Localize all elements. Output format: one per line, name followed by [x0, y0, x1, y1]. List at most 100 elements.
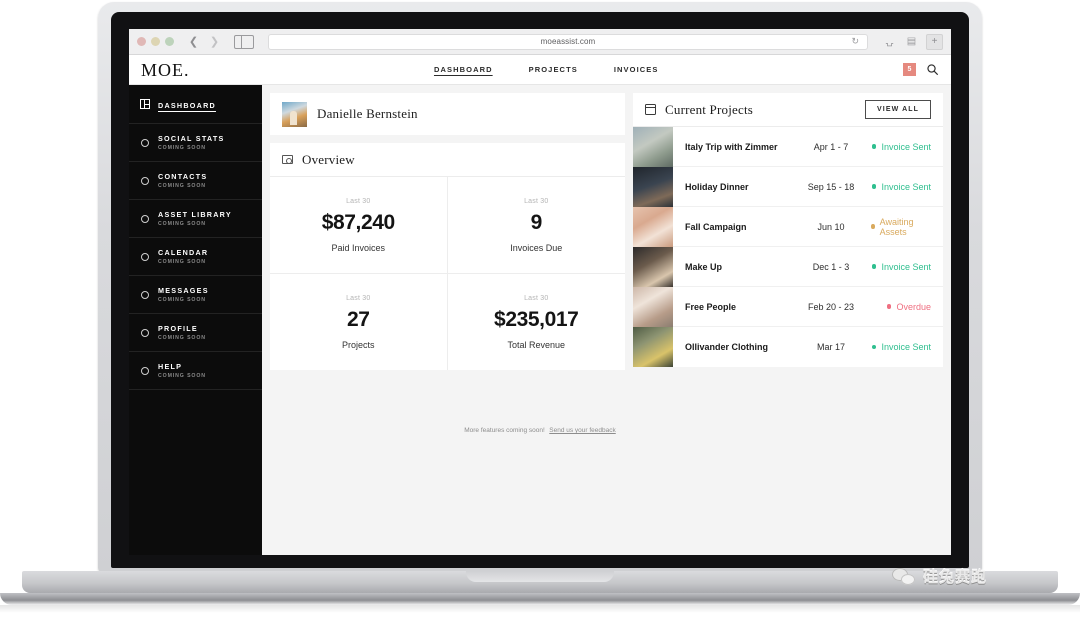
status-badge: Awaiting Assets	[871, 217, 943, 237]
top-navigation: DASHBOARD PROJECTS INVOICES	[190, 65, 904, 74]
sidebar-item-social-stats[interactable]: SOCIAL STATS COMING SOON	[129, 124, 262, 162]
status-label: Invoice Sent	[881, 342, 931, 352]
status-label: Invoice Sent	[881, 181, 931, 192]
status-badge: Invoice Sent	[871, 342, 943, 352]
nav-invoices[interactable]: INVOICES	[614, 65, 659, 74]
stat-period: Last 30	[346, 295, 371, 302]
stat-label: Projects	[341, 340, 375, 350]
sidebar-item-label: PROFILE	[158, 324, 198, 333]
stat-paid-invoices: Last 30 $87,240 Paid Invoices	[270, 177, 448, 274]
sidebar-item-label: HELP	[158, 362, 183, 371]
status-label: Awaiting Assets	[879, 216, 914, 237]
status-dot	[871, 144, 877, 149]
project-name: Make Up	[685, 261, 723, 272]
sidebar-item-help[interactable]: HELP COMING SOON	[129, 352, 262, 390]
project-name: Ollivander Clothing	[685, 342, 769, 352]
header-right: 5	[903, 63, 939, 76]
chevron-left-icon[interactable]: ❮	[184, 34, 203, 50]
project-thumbnail	[633, 126, 673, 167]
tabs-icon[interactable]: ▤	[904, 34, 919, 49]
table-row[interactable]: Fall Campaign Jun 10 Awaiting Assets	[633, 206, 943, 247]
project-thumbnail	[633, 246, 673, 287]
footer: More features coming soon! Send us your …	[129, 419, 951, 437]
status-badge: Invoice Sent	[871, 142, 943, 152]
feedback-link[interactable]: Send us your feedback	[549, 427, 616, 434]
overview-icon	[282, 155, 293, 164]
stat-value: 27	[346, 308, 370, 331]
overview-title: Overview	[302, 151, 355, 167]
projects-header: Current Projects VIEW ALL	[633, 93, 943, 127]
sidebar-item-sublabel: COMING SOON	[158, 335, 206, 341]
watermark-text: 硅兔赛跑	[923, 569, 988, 586]
overview-card: Overview Last 30 $87,240 Paid Invoices L…	[270, 143, 625, 370]
table-row[interactable]: Italy Trip with Zimmer Apr 1 - 7 Invoice…	[633, 126, 943, 167]
current-projects-card: Current Projects VIEW ALL Italy Trip wit…	[633, 93, 943, 367]
screenshot-stage: ❮ ❯ moeassist.com ↻ ⍽ ▤ + MOE. DASHBOARD…	[0, 0, 1080, 631]
status-label: Overdue	[896, 301, 931, 312]
laptop-shadow	[0, 605, 1080, 613]
reload-icon[interactable]: ↻	[851, 36, 859, 47]
minimize-window-button[interactable]	[151, 37, 160, 46]
user-card: Danielle Bernstein	[270, 93, 625, 135]
sidebar-item-sublabel: COMING SOON	[158, 297, 206, 303]
project-thumbnail	[633, 286, 673, 327]
sidebar-item-asset-library[interactable]: ASSET LIBRARY COMING SOON	[129, 200, 262, 238]
share-icon[interactable]: ⍽	[882, 34, 897, 49]
status-dot	[871, 184, 877, 189]
status-dot	[871, 264, 877, 269]
calendar-icon	[644, 104, 657, 115]
project-name: Holiday Dinner	[685, 181, 749, 192]
app-body: DASHBOARD SOCIAL STATS COMING SOON CONTA…	[129, 85, 951, 555]
stat-label: Invoices Due	[510, 243, 563, 253]
stat-period: Last 30	[524, 198, 549, 205]
sidebar-item-label: DASHBOARD	[158, 101, 216, 110]
project-date: Jun 10	[817, 221, 845, 232]
stat-period: Last 30	[346, 198, 371, 205]
sidebar-item-messages[interactable]: MESSAGES COMING SOON	[129, 276, 262, 314]
overview-stats-grid: Last 30 $87,240 Paid Invoices Last 30 9 …	[270, 177, 625, 370]
avatar	[282, 101, 307, 127]
sidebar-item-contacts[interactable]: CONTACTS COMING SOON	[129, 162, 262, 200]
project-date: Dec 1 - 3	[812, 261, 850, 272]
project-thumbnail	[633, 327, 673, 367]
project-name: Free People	[685, 301, 737, 312]
wechat-watermark: 硅兔赛跑	[892, 566, 987, 587]
user-name: Danielle Bernstein	[317, 106, 418, 121]
new-tab-button[interactable]: +	[926, 33, 943, 50]
status-dot	[871, 344, 877, 350]
table-row[interactable]: Ollivander Clothing Mar 17 Invoice Sent	[633, 327, 943, 367]
nav-dashboard[interactable]: DASHBOARD	[434, 65, 493, 74]
sidebar-item-sublabel: COMING SOON	[158, 145, 206, 151]
table-row[interactable]: Holiday Dinner Sep 15 - 18 Invoice Sent	[633, 166, 943, 207]
project-date: Mar 17	[816, 342, 845, 352]
project-date: Sep 15 - 18	[807, 181, 855, 192]
status-badge: Overdue	[871, 302, 943, 312]
address-bar[interactable]: moeassist.com ↻	[268, 33, 868, 50]
sidebar-item-label: CONTACTS	[158, 172, 208, 181]
sidebar-item-calendar[interactable]: CALENDAR COMING SOON	[129, 238, 262, 276]
view-all-button[interactable]: VIEW ALL	[865, 100, 931, 119]
search-icon[interactable]	[926, 63, 939, 76]
nav-projects[interactable]: PROJECTS	[529, 65, 578, 74]
stat-value: $87,240	[321, 211, 396, 234]
stat-value: $235,017	[494, 308, 579, 331]
sidebar-item-dashboard[interactable]: DASHBOARD	[129, 85, 262, 124]
sidebar-toggle-icon[interactable]	[234, 34, 254, 49]
table-row[interactable]: Free People Feb 20 - 23 Overdue	[633, 286, 943, 327]
table-row[interactable]: Make Up Dec 1 - 3 Invoice Sent	[633, 246, 943, 287]
sidebar-item-profile[interactable]: PROFILE COMING SOON	[129, 314, 262, 352]
moe-logo[interactable]: MOE.	[141, 61, 190, 79]
browser-nav-buttons[interactable]: ❮ ❯	[184, 34, 254, 50]
stat-label: Total Revenue	[507, 340, 566, 350]
browser-chrome: ❮ ❯ moeassist.com ↻ ⍽ ▤ +	[129, 29, 951, 55]
maximize-window-button[interactable]	[165, 37, 174, 46]
chevron-right-icon[interactable]: ❯	[205, 34, 224, 50]
notification-badge[interactable]: 5	[903, 63, 916, 76]
project-date: Feb 20 - 23	[807, 301, 855, 312]
close-window-button[interactable]	[137, 37, 146, 46]
circle-icon	[139, 366, 150, 375]
left-column: Danielle Bernstein Overview Last 30 $87,…	[270, 93, 625, 370]
sidebar-item-sublabel: COMING SOON	[158, 259, 206, 265]
window-traffic-lights[interactable]	[137, 37, 174, 46]
right-column: Current Projects VIEW ALL Italy Trip wit…	[633, 93, 943, 367]
